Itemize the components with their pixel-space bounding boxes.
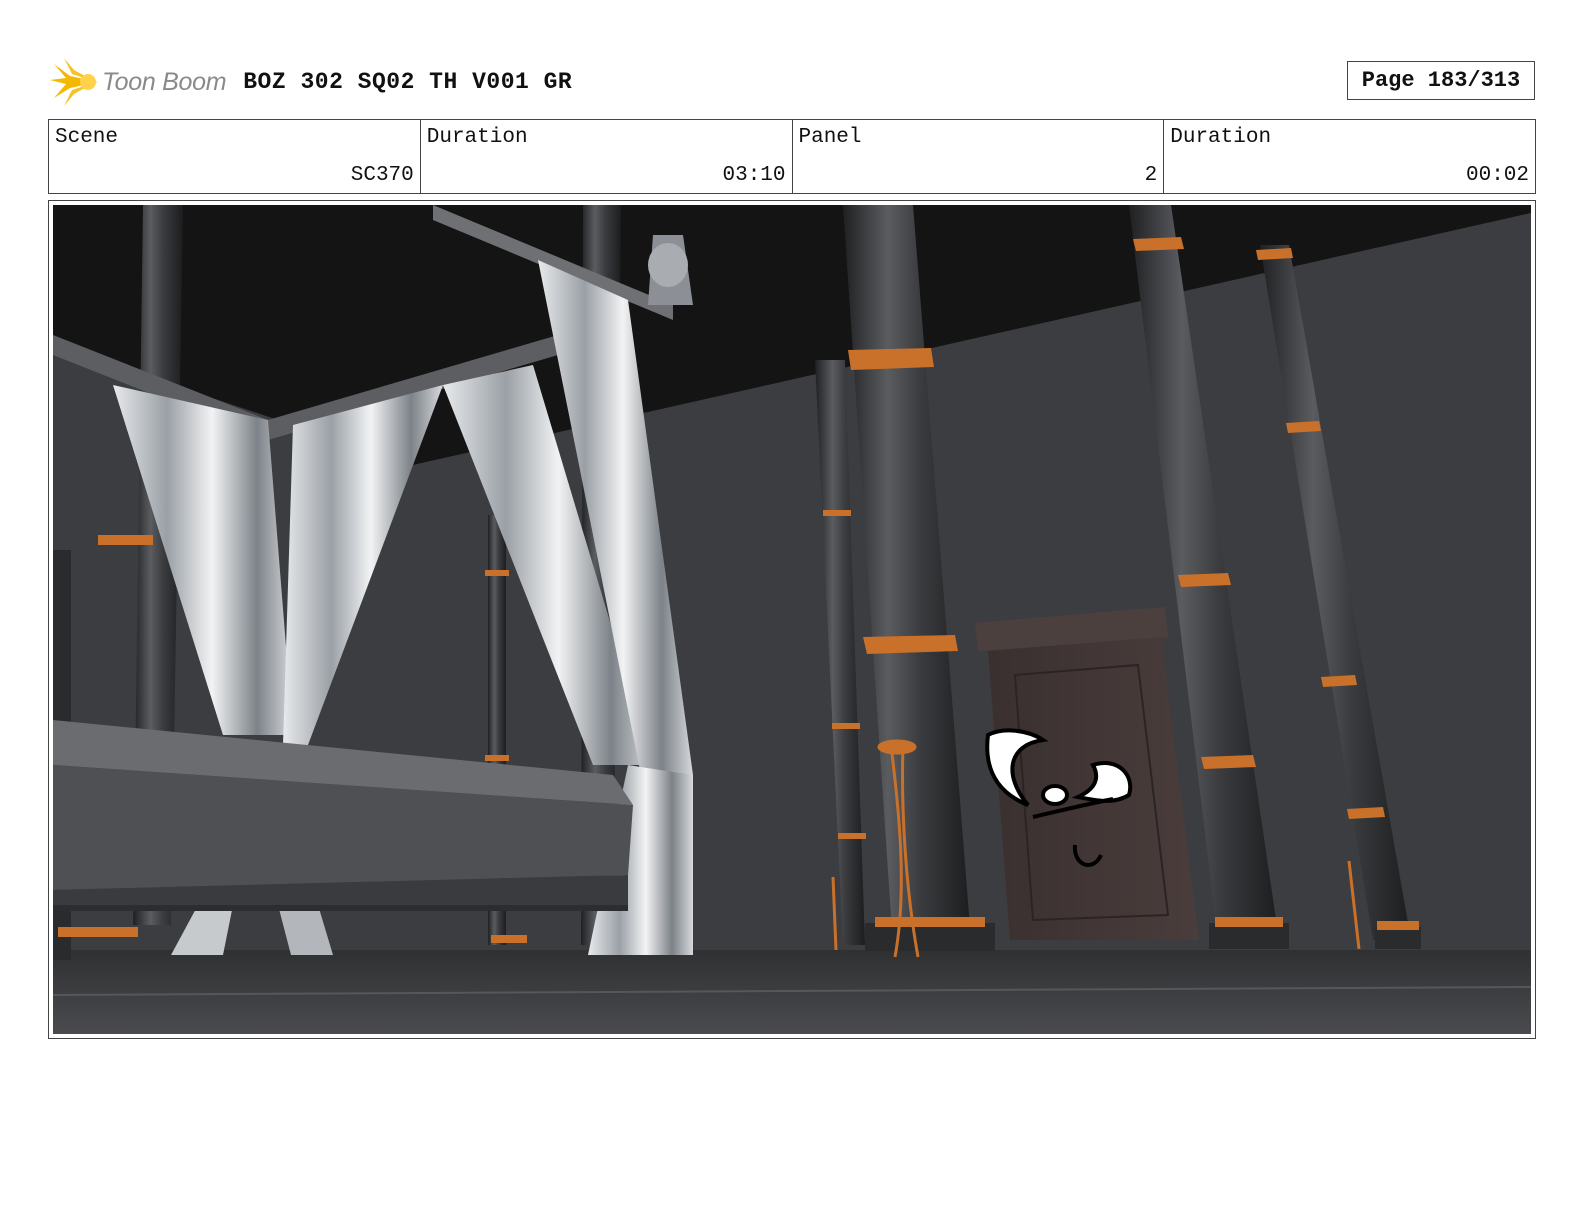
scene-cell: Scene SC370 (49, 120, 421, 193)
scene-duration-label: Duration (426, 126, 528, 149)
page-number: Page 183/313 (1347, 61, 1535, 100)
scene-label: Scene (55, 126, 119, 149)
document-title: BOZ 302 SQ02 TH V001 GR (243, 69, 573, 95)
panel-duration-cell: Duration 00:02 (1164, 120, 1535, 193)
panel-duration-value: 00:02 (1465, 164, 1529, 187)
panel-cell: Panel 2 (793, 120, 1165, 193)
logo-text: Toon Boom (102, 67, 227, 96)
scene-duration-value: 03:10 (722, 164, 786, 187)
panel-duration-label: Duration (1170, 126, 1272, 149)
panel-label: Panel (798, 126, 862, 149)
starburst-icon (50, 58, 98, 106)
storyboard-panel-image (53, 205, 1531, 1034)
bedroom-scene-illustration (53, 205, 1531, 1034)
scene-value: SC370 (350, 164, 414, 187)
panel-value: 2 (1144, 164, 1158, 187)
scene-duration-cell: Duration 03:10 (421, 120, 793, 193)
storyboard-panel-frame (48, 200, 1536, 1039)
scene-info-table: Scene SC370 Duration 03:10 Panel 2 Durat… (48, 119, 1536, 194)
toon-boom-logo: Toon Boom (50, 56, 227, 108)
page-header: Toon Boom BOZ 302 SQ02 TH V001 GR (50, 54, 572, 110)
